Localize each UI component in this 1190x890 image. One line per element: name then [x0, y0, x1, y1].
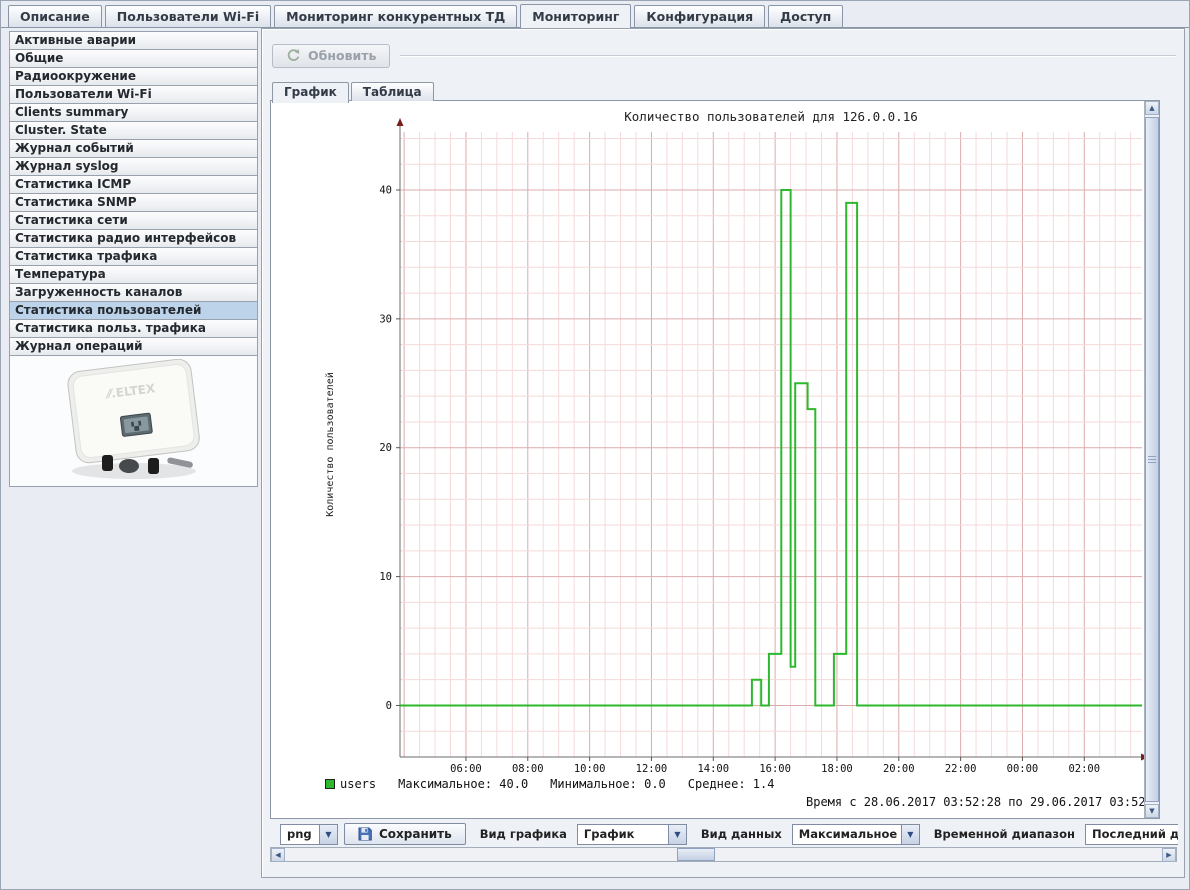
- svg-text:10:00: 10:00: [574, 763, 606, 775]
- device-image-panel: ⁄⁄.ELTEX ▚▞: [9, 355, 258, 487]
- sidebar-item-9[interactable]: Статистика ICMP: [9, 175, 258, 194]
- refresh-toolbar: Обновить: [272, 43, 1176, 69]
- chart-view-label: Вид графика: [480, 827, 567, 841]
- svg-text:40: 40: [379, 184, 392, 196]
- svg-text:Количество пользователей для 1: Количество пользователей для 126.0.0.16: [624, 109, 918, 124]
- sidebar-item-17[interactable]: Статистика польз. трафика: [9, 319, 258, 338]
- svg-text:20: 20: [379, 442, 392, 454]
- save-icon: [358, 827, 372, 841]
- time-span-value: Последний ден: [1086, 825, 1178, 844]
- monitoring-sidebar: Активные аварииОбщиеРадиоокружениеПользо…: [9, 31, 258, 487]
- sidebar-item-1[interactable]: Активные аварии: [9, 31, 258, 50]
- time-span-label: Временной диапазон: [934, 827, 1075, 841]
- sidebar-list: Активные аварииОбщиеРадиоокружениеПользо…: [9, 31, 258, 356]
- svg-text:16:00: 16:00: [759, 763, 791, 775]
- save-button-label: Сохранить: [379, 827, 452, 841]
- users-chart: 06:00 08:00 10:00 12:00 14:00 16:00 18:00 20:00…: [271, 101, 1145, 818]
- chart-view-select[interactable]: График ▼: [577, 824, 687, 845]
- data-kind-value: Максимальное: [793, 825, 901, 844]
- chart-controls-toolbar: png ▼ Сохранить Вид графика График ▼ Вид…: [270, 822, 1178, 846]
- save-button[interactable]: Сохранить: [344, 823, 466, 845]
- svg-text:22:00: 22:00: [945, 763, 977, 775]
- sidebar-item-2[interactable]: Общие: [9, 49, 258, 68]
- refresh-button[interactable]: Обновить: [272, 44, 390, 68]
- chart-viewport: 06:00 08:00 10:00 12:00 14:00 16:00 18:00 20:00…: [271, 101, 1145, 818]
- thumb-grip: [1148, 456, 1156, 463]
- svg-text:0: 0: [386, 700, 392, 712]
- svg-text:14:00: 14:00: [697, 763, 729, 775]
- chevron-down-icon[interactable]: ▼: [668, 825, 686, 844]
- chart-legend: users Максимальное: 40.0 Минимальное: 0.…: [325, 777, 774, 791]
- sidebar-item-16[interactable]: Статистика пользователей: [9, 301, 258, 320]
- chevron-down-icon[interactable]: ▼: [901, 825, 919, 844]
- legend-min-value: Минимальное: 0.0: [550, 777, 666, 791]
- vscroll-thumb[interactable]: [1145, 117, 1159, 802]
- data-kind-select[interactable]: Максимальное ▼: [792, 824, 920, 845]
- legend-avg-value: Среднее: 1.4: [688, 777, 775, 791]
- svg-text:08:00: 08:00: [512, 763, 544, 775]
- main-tab-bar: ОписаниеПользователи Wi-FiМониторинг кон…: [1, 1, 1189, 28]
- chart-horizontal-scrollbar[interactable]: ◀ ▶: [270, 847, 1177, 862]
- scroll-right-icon[interactable]: ▶: [1162, 848, 1176, 862]
- app-window: ОписаниеПользователи Wi-FiМониторинг кон…: [0, 0, 1190, 890]
- export-format-select[interactable]: png ▼: [280, 824, 338, 845]
- svg-text:06:00: 06:00: [450, 763, 482, 775]
- main-tab-6[interactable]: Доступ: [768, 5, 843, 27]
- refresh-icon: [286, 48, 301, 63]
- chart-vertical-scrollbar[interactable]: ▲ ▼: [1144, 101, 1159, 818]
- scroll-left-icon[interactable]: ◀: [271, 848, 285, 862]
- sidebar-item-14[interactable]: Температура: [9, 265, 258, 284]
- refresh-button-label: Обновить: [308, 48, 376, 63]
- legend-max-value: Максимальное: 40.0: [398, 777, 528, 791]
- content-tab-2[interactable]: Таблица: [351, 82, 434, 101]
- svg-text:02:00: 02:00: [1068, 763, 1100, 775]
- toolbar-separator: [400, 55, 1176, 57]
- hscroll-track[interactable]: [285, 848, 1162, 861]
- scroll-up-icon[interactable]: ▲: [1145, 101, 1159, 115]
- sidebar-item-8[interactable]: Журнал syslog: [9, 157, 258, 176]
- main-tab-2[interactable]: Пользователи Wi-Fi: [105, 5, 271, 27]
- chart-panel: 06:00 08:00 10:00 12:00 14:00 16:00 18:00 20:00…: [270, 100, 1160, 819]
- eltex-device-photo: ⁄⁄.ELTEX ▚▞: [28, 359, 240, 483]
- time-span-select[interactable]: Последний ден ▼: [1085, 824, 1178, 845]
- main-tab-3[interactable]: Мониторинг конкурентных ТД: [274, 5, 517, 27]
- svg-text:20:00: 20:00: [883, 763, 915, 775]
- sidebar-item-15[interactable]: Загруженность каналов: [9, 283, 258, 302]
- sidebar-item-10[interactable]: Статистика SNMP: [9, 193, 258, 212]
- sidebar-item-11[interactable]: Статистика сети: [9, 211, 258, 230]
- content-tab-1[interactable]: График: [272, 82, 349, 103]
- svg-text:30: 30: [379, 313, 392, 325]
- sidebar-item-6[interactable]: Cluster. State: [9, 121, 258, 140]
- main-tab-4[interactable]: Мониторинг: [520, 4, 631, 28]
- scroll-down-icon[interactable]: ▼: [1145, 804, 1159, 818]
- sidebar-item-5[interactable]: Clients summary: [9, 103, 258, 122]
- sidebar-item-12[interactable]: Статистика радио интерфейсов: [9, 229, 258, 248]
- data-kind-label: Вид данных: [701, 827, 782, 841]
- legend-series-name: users: [340, 777, 376, 791]
- sidebar-item-13[interactable]: Статистика трафика: [9, 247, 258, 266]
- svg-text:Количество пользователей: Количество пользователей: [324, 372, 336, 517]
- sidebar-item-4[interactable]: Пользователи Wi-Fi: [9, 85, 258, 104]
- time-range-label: Время с 28.06.2017 03:52:28 по 29.06.201…: [806, 795, 1145, 809]
- svg-text:00:00: 00:00: [1007, 763, 1039, 775]
- chevron-down-icon[interactable]: ▼: [319, 825, 337, 844]
- hscroll-thumb[interactable]: [677, 848, 715, 861]
- vscroll-track[interactable]: [1145, 115, 1159, 804]
- monitoring-content-panel: Обновить ГрафикТаблица 06:0008:0010:0012…: [261, 28, 1185, 878]
- sidebar-item-7[interactable]: Журнал событий: [9, 139, 258, 158]
- chart-view-value: График: [578, 825, 668, 844]
- sidebar-item-18[interactable]: Журнал операций: [9, 337, 258, 356]
- svg-text:18:00: 18:00: [821, 763, 853, 775]
- sidebar-item-3[interactable]: Радиоокружение: [9, 67, 258, 86]
- svg-text:10: 10: [379, 571, 392, 583]
- chart-table-tab-bar: ГрафикТаблица: [272, 81, 436, 101]
- svg-text:▚▞: ▚▞: [130, 420, 142, 431]
- users-series-swatch: [325, 779, 335, 789]
- export-format-value: png: [281, 825, 319, 844]
- svg-text:12:00: 12:00: [636, 763, 668, 775]
- main-tab-5[interactable]: Конфигурация: [634, 5, 765, 27]
- main-tab-1[interactable]: Описание: [8, 5, 102, 27]
